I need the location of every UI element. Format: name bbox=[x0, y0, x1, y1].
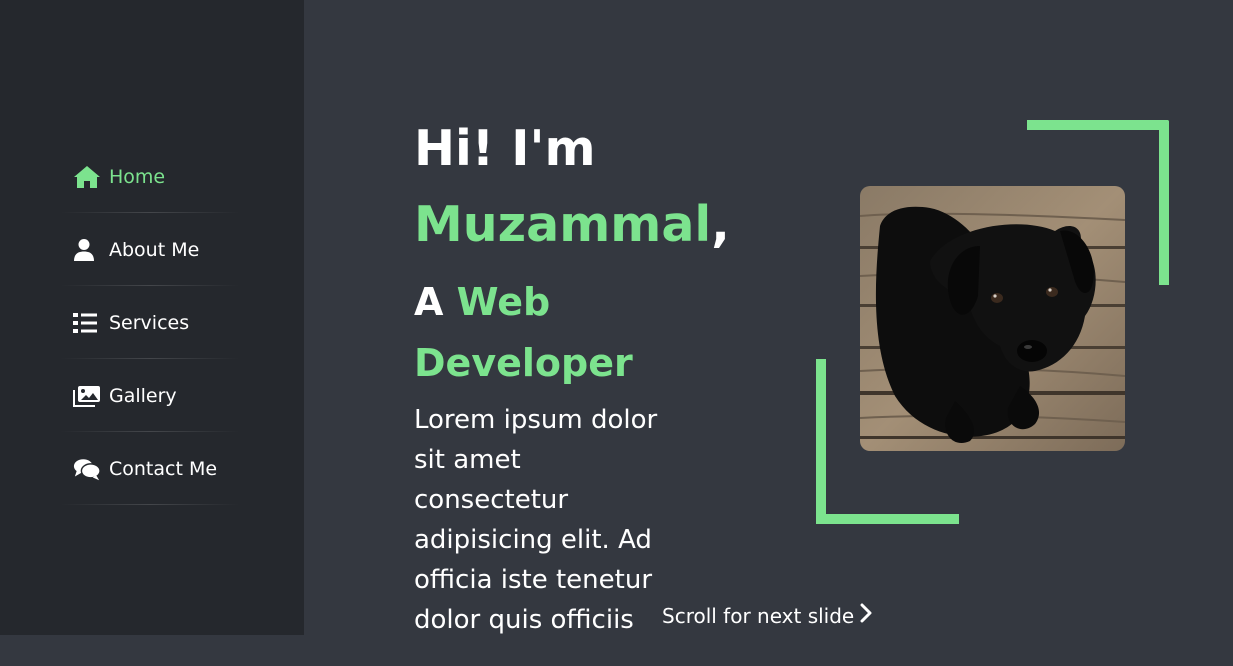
nav-item-services[interactable]: Services bbox=[60, 286, 240, 359]
images-icon bbox=[73, 383, 101, 409]
nav-item-home[interactable]: Home bbox=[60, 140, 240, 213]
scroll-next-slide-link[interactable]: Scroll for next slide bbox=[662, 603, 872, 628]
chevron-right-icon bbox=[860, 603, 872, 628]
nav-item-label: Services bbox=[109, 311, 190, 334]
sidebar: Home About Me Services Gallery Contact M… bbox=[0, 0, 304, 635]
hero-description: Lorem ipsum dolor sit amet consectetur a… bbox=[414, 405, 658, 635]
hero-name-text: Muzammal bbox=[414, 196, 712, 253]
nav-item-gallery[interactable]: Gallery bbox=[60, 359, 240, 432]
hero-section: Hi! I'm Muzammal, A Web Developer Lorem … bbox=[414, 112, 794, 666]
hero-name: Muzammal, bbox=[414, 186, 794, 264]
nav-item-label: Home bbox=[109, 165, 166, 188]
nav-item-about-me[interactable]: About Me bbox=[60, 213, 240, 286]
nav-item-label: About Me bbox=[109, 238, 200, 261]
hero-greeting: Hi! I'm bbox=[414, 120, 596, 177]
hero-name-comma: , bbox=[711, 196, 730, 253]
nav-item-label: Contact Me bbox=[109, 457, 218, 480]
list-icon bbox=[73, 310, 101, 336]
profile-photo bbox=[860, 186, 1125, 451]
comments-icon bbox=[73, 456, 101, 482]
user-icon bbox=[73, 237, 101, 263]
main-nav: Home About Me Services Gallery Contact M… bbox=[60, 140, 240, 505]
hero-role: A Web Developer bbox=[414, 272, 674, 394]
dog-photo-illustration bbox=[860, 186, 1125, 451]
nav-item-label: Gallery bbox=[109, 384, 177, 407]
nav-item-contact-me[interactable]: Contact Me bbox=[60, 432, 240, 505]
home-icon bbox=[73, 164, 101, 190]
scroll-hint-label: Scroll for next slide bbox=[662, 603, 855, 628]
hero-role-prefix: A bbox=[414, 280, 457, 324]
